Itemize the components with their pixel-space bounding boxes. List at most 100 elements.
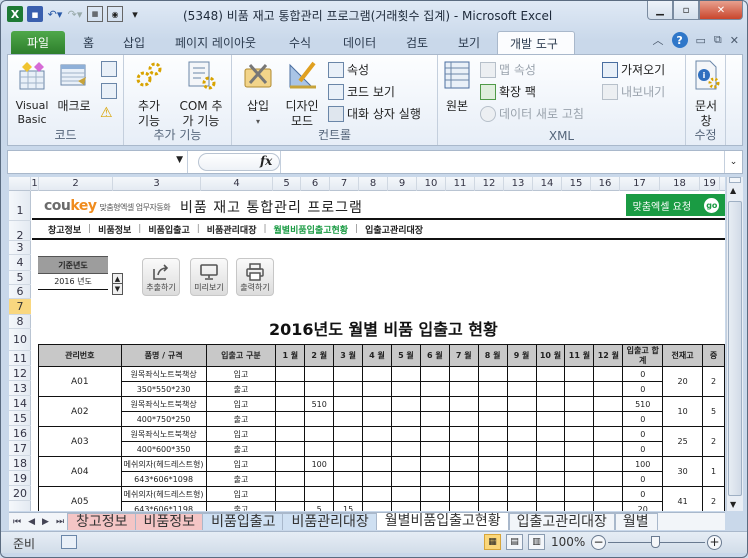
- month-value-cell[interactable]: [419, 486, 450, 502]
- month-value-cell[interactable]: [304, 366, 335, 382]
- visual-basic-button[interactable]: Visual Basic: [14, 59, 50, 127]
- column-header[interactable]: 19: [700, 177, 720, 191]
- month-value-cell[interactable]: [304, 486, 335, 502]
- month-value-cell[interactable]: [564, 486, 595, 502]
- item-spec-cell[interactable]: 350*550*230: [120, 381, 207, 397]
- export-action-button[interactable]: 추출하기: [142, 258, 180, 296]
- month-value-cell[interactable]: [564, 501, 595, 511]
- redo-icon[interactable]: ↷▾: [67, 6, 83, 22]
- month-value-cell[interactable]: [535, 411, 566, 427]
- next-column-cell[interactable]: 2: [702, 426, 725, 457]
- minimize-ribbon-icon[interactable]: ︿: [653, 32, 664, 48]
- month-value-cell[interactable]: [535, 381, 566, 397]
- tab-view[interactable]: 보기: [446, 31, 492, 55]
- inout-total-cell[interactable]: 0: [622, 426, 664, 442]
- inout-type-cell[interactable]: 출고: [205, 441, 277, 457]
- inout-type-cell[interactable]: 입고: [205, 366, 277, 382]
- month-value-cell[interactable]: [275, 411, 306, 427]
- row-header[interactable]: 8: [9, 315, 31, 329]
- row-header[interactable]: 5: [9, 271, 31, 285]
- month-value-cell[interactable]: [448, 456, 479, 472]
- month-value-cell[interactable]: 15: [333, 501, 364, 511]
- month-value-cell[interactable]: [506, 441, 537, 457]
- column-header[interactable]: 3: [113, 177, 201, 191]
- month-value-cell[interactable]: [477, 441, 508, 457]
- month-value-cell[interactable]: [593, 426, 624, 442]
- month-value-cell[interactable]: [333, 441, 364, 457]
- month-value-cell[interactable]: 5: [304, 501, 335, 511]
- month-value-cell[interactable]: [593, 456, 624, 472]
- map-properties-button[interactable]: 맵 속성: [480, 61, 536, 78]
- month-value-cell[interactable]: [419, 366, 450, 382]
- maximize-button[interactable]: ▫: [673, 1, 699, 20]
- month-value-cell[interactable]: [362, 441, 392, 457]
- column-header[interactable]: 12: [475, 177, 504, 191]
- month-value-cell[interactable]: [304, 426, 335, 442]
- column-header[interactable]: 15: [562, 177, 591, 191]
- month-value-cell[interactable]: [419, 381, 450, 397]
- camera-icon[interactable]: ◉: [107, 6, 123, 22]
- month-value-cell[interactable]: [390, 471, 421, 487]
- month-value-cell[interactable]: 100: [304, 456, 335, 472]
- custom-excel-request-button[interactable]: 맞춤엑셀 요청 go: [626, 194, 725, 216]
- month-value-cell[interactable]: [593, 486, 624, 502]
- column-header[interactable]: 16: [591, 177, 620, 191]
- inout-total-cell[interactable]: 0: [622, 471, 664, 487]
- month-value-cell[interactable]: [506, 456, 537, 472]
- macro-recording-icon[interactable]: [61, 535, 77, 549]
- column-header[interactable]: 4: [201, 177, 273, 191]
- com-addins-button[interactable]: COM 추가 기능: [174, 59, 228, 129]
- name-box-dropdown-icon[interactable]: ▼: [176, 155, 183, 165]
- refresh-data-button[interactable]: 데이터 새로 고침: [480, 105, 584, 122]
- prev-stock-cell[interactable]: 20: [662, 366, 704, 397]
- month-value-cell[interactable]: [275, 441, 306, 457]
- month-value-cell[interactable]: [535, 441, 566, 457]
- month-value-cell[interactable]: [362, 471, 392, 487]
- month-value-cell[interactable]: [564, 381, 595, 397]
- sheet-tab-item-ledger[interactable]: 비품관리대장: [282, 513, 378, 530]
- inout-type-cell[interactable]: 출고: [205, 471, 277, 487]
- next-column-cell[interactable]: 2: [702, 366, 725, 397]
- month-value-cell[interactable]: [390, 426, 421, 442]
- month-value-cell[interactable]: [477, 381, 508, 397]
- row-header[interactable]: 16: [9, 426, 31, 441]
- month-value-cell[interactable]: [390, 411, 421, 427]
- nav-item-info[interactable]: 비품정보: [98, 223, 131, 236]
- month-value-cell[interactable]: [275, 456, 306, 472]
- properties-button[interactable]: 속성: [328, 61, 369, 78]
- relative-reference-icon[interactable]: [101, 83, 117, 99]
- month-value-cell[interactable]: [390, 441, 421, 457]
- month-value-cell[interactable]: [448, 366, 479, 382]
- inout-total-cell[interactable]: 0: [622, 366, 664, 382]
- month-value-cell[interactable]: [333, 471, 364, 487]
- row-header[interactable]: 4: [9, 255, 31, 271]
- month-value-cell[interactable]: [564, 426, 595, 442]
- month-value-cell[interactable]: [477, 486, 508, 502]
- month-value-cell[interactable]: [390, 486, 421, 502]
- column-header[interactable]: 11: [446, 177, 475, 191]
- row-header[interactable]: 17: [9, 441, 31, 456]
- expand-formula-bar-icon[interactable]: ⌄: [724, 151, 742, 173]
- column-header[interactable]: 6: [301, 177, 330, 191]
- nav-monthly-status[interactable]: 월별비품입출고현황: [274, 223, 349, 236]
- month-value-cell[interactable]: [362, 411, 392, 427]
- page-break-view-icon[interactable]: ▥: [528, 534, 545, 550]
- item-code-cell[interactable]: A01: [38, 366, 122, 397]
- prev-stock-cell[interactable]: 41: [662, 486, 704, 511]
- month-value-cell[interactable]: [304, 471, 335, 487]
- sheet-tab-monthly-status[interactable]: 월별비품입출고현황: [375, 513, 510, 530]
- year-spinner[interactable]: ▲ ▼: [112, 273, 123, 295]
- column-header[interactable]: 8: [359, 177, 388, 191]
- prev-stock-cell[interactable]: 10: [662, 396, 704, 427]
- month-value-cell[interactable]: [593, 411, 624, 427]
- tab-review[interactable]: 검토: [394, 31, 440, 55]
- inout-total-cell[interactable]: 0: [622, 441, 664, 457]
- month-value-cell[interactable]: [448, 396, 479, 412]
- prev-stock-cell[interactable]: 25: [662, 426, 704, 457]
- month-value-cell[interactable]: [333, 411, 364, 427]
- month-value-cell[interactable]: [477, 366, 508, 382]
- column-header[interactable]: 14: [533, 177, 562, 191]
- vertical-scrollbar[interactable]: ▲ ▼: [726, 177, 743, 511]
- month-value-cell[interactable]: [362, 426, 392, 442]
- month-value-cell[interactable]: [275, 486, 306, 502]
